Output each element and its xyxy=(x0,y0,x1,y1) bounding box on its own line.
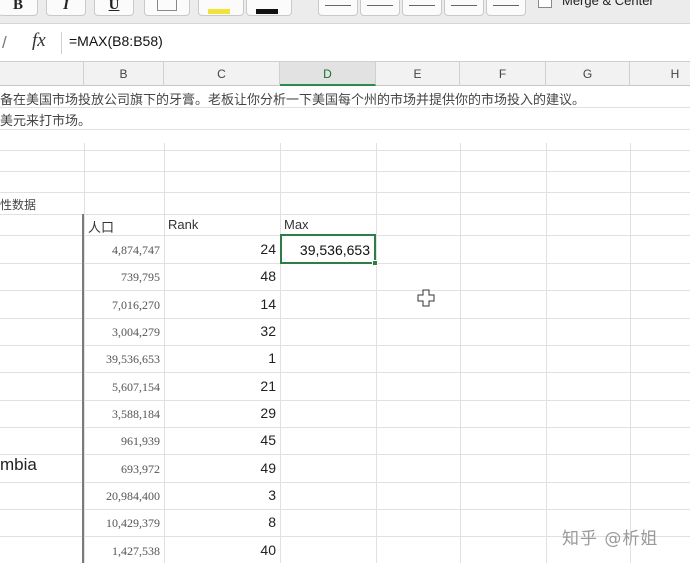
row-line xyxy=(0,214,690,215)
column-line xyxy=(280,143,281,563)
population-cell[interactable]: 739,795 xyxy=(84,270,160,285)
row-line xyxy=(0,427,690,428)
decrease-indent-button[interactable] xyxy=(444,0,484,16)
column-header-c[interactable]: C xyxy=(164,62,280,86)
row-line xyxy=(0,372,690,373)
align-right-icon xyxy=(409,5,435,6)
section-label[interactable]: 性数据 xyxy=(0,196,36,213)
borders-icon xyxy=(157,0,177,11)
rank-cell[interactable]: 32 xyxy=(166,323,276,339)
population-cell[interactable]: 7,016,270 xyxy=(84,298,160,313)
rank-cell[interactable]: 24 xyxy=(166,241,276,257)
column-header-b[interactable]: B xyxy=(84,62,164,86)
rank-cell[interactable]: 1 xyxy=(166,350,276,366)
population-cell[interactable]: 5,607,154 xyxy=(84,380,160,395)
rank-header[interactable]: Rank xyxy=(168,217,198,232)
align-right-button[interactable] xyxy=(402,0,442,16)
font-color-button[interactable] xyxy=(246,0,292,16)
population-cell[interactable]: 1,427,538 xyxy=(84,544,160,559)
rank-cell[interactable]: 49 xyxy=(166,460,276,476)
column-header-d[interactable]: D xyxy=(280,62,376,86)
decrease-indent-icon xyxy=(451,5,477,6)
column-line xyxy=(630,143,631,563)
population-header[interactable]: 人口 xyxy=(88,217,114,236)
column-line xyxy=(164,143,165,563)
sheet-grid[interactable]: 备在美国市场投放公司旗下的牙膏。老板让你分析一下美国每个州的市场并提供你的市场投… xyxy=(0,86,690,563)
row-line xyxy=(0,150,690,151)
row-line xyxy=(0,400,690,401)
row-line xyxy=(0,345,690,346)
fx-icon[interactable]: fx xyxy=(32,30,46,52)
column-header-f[interactable]: F xyxy=(460,62,546,86)
rank-cell[interactable]: 48 xyxy=(166,268,276,284)
intro-text-line-1[interactable]: 备在美国市场投放公司旗下的牙膏。老板让你分析一下美国每个州的市场并提供你的市场投… xyxy=(0,89,585,108)
fill-color-swatch-icon xyxy=(208,9,230,14)
column-line xyxy=(376,143,377,563)
row-line xyxy=(0,318,690,319)
column-header-e[interactable]: E xyxy=(376,62,460,86)
watermark: 知乎 @析姐 xyxy=(562,529,659,549)
state-name-cell[interactable]: mbia xyxy=(0,455,37,475)
italic-button[interactable]: I xyxy=(46,0,86,16)
align-left-icon xyxy=(325,5,351,6)
column-header-row: B C D E F G H xyxy=(0,62,690,86)
intro-text-line-2[interactable]: 美元来打市场。 xyxy=(0,110,91,129)
row-line xyxy=(0,482,690,483)
underline-button[interactable]: U xyxy=(94,0,134,16)
rank-cell[interactable]: 40 xyxy=(166,542,276,558)
population-cell[interactable]: 20,984,400 xyxy=(84,489,160,504)
formula-divider xyxy=(61,32,62,54)
selected-cell-max[interactable]: 39,536,653 xyxy=(280,234,378,266)
row-line xyxy=(0,509,690,510)
population-cell[interactable]: 693,972 xyxy=(84,462,160,477)
population-cell[interactable]: 39,536,653 xyxy=(84,352,160,367)
rank-cell[interactable]: 14 xyxy=(166,296,276,312)
max-value: 39,536,653 xyxy=(299,242,370,258)
row-line xyxy=(0,129,690,130)
rank-cell[interactable]: 3 xyxy=(166,487,276,503)
column-line xyxy=(546,143,547,563)
row-line xyxy=(0,454,690,455)
population-cell[interactable]: 10,429,379 xyxy=(84,516,160,531)
population-cell[interactable]: 3,004,279 xyxy=(84,325,160,340)
population-cell[interactable]: 4,874,747 xyxy=(84,243,160,258)
borders-button[interactable] xyxy=(144,0,190,16)
fill-color-button[interactable] xyxy=(198,0,244,16)
ribbon-toolbar: B I U Merge & Center xyxy=(0,0,690,24)
row-line xyxy=(0,171,690,172)
align-center-icon xyxy=(367,5,393,6)
column-header-a[interactable] xyxy=(0,62,84,86)
rank-cell[interactable]: 45 xyxy=(166,432,276,448)
increase-indent-button[interactable] xyxy=(486,0,526,16)
rank-cell[interactable]: 29 xyxy=(166,405,276,421)
rank-cell[interactable]: 21 xyxy=(166,378,276,394)
cell-select-cursor-icon xyxy=(417,289,435,307)
merge-center-checkbox[interactable] xyxy=(538,0,552,8)
population-cell[interactable]: 961,939 xyxy=(84,434,160,449)
align-left-button[interactable] xyxy=(318,0,358,16)
max-header[interactable]: Max xyxy=(284,217,309,232)
align-center-button[interactable] xyxy=(360,0,400,16)
merge-center-label[interactable]: Merge & Center xyxy=(562,0,654,8)
fill-handle[interactable] xyxy=(372,260,378,266)
name-box-edge: / xyxy=(2,33,7,52)
row-line xyxy=(0,192,690,193)
formula-input[interactable]: =MAX(B8:B58) xyxy=(69,33,163,49)
column-header-h[interactable]: H xyxy=(630,62,690,86)
column-header-g[interactable]: G xyxy=(546,62,630,86)
population-cell[interactable]: 3,588,184 xyxy=(84,407,160,422)
increase-indent-icon xyxy=(493,5,519,6)
rank-cell[interactable]: 8 xyxy=(166,514,276,530)
bold-button[interactable]: B xyxy=(0,0,38,16)
row-line xyxy=(0,290,690,291)
formula-bar: / fx =MAX(B8:B58) xyxy=(0,24,690,62)
column-line xyxy=(460,143,461,563)
font-color-swatch-icon xyxy=(256,9,278,14)
